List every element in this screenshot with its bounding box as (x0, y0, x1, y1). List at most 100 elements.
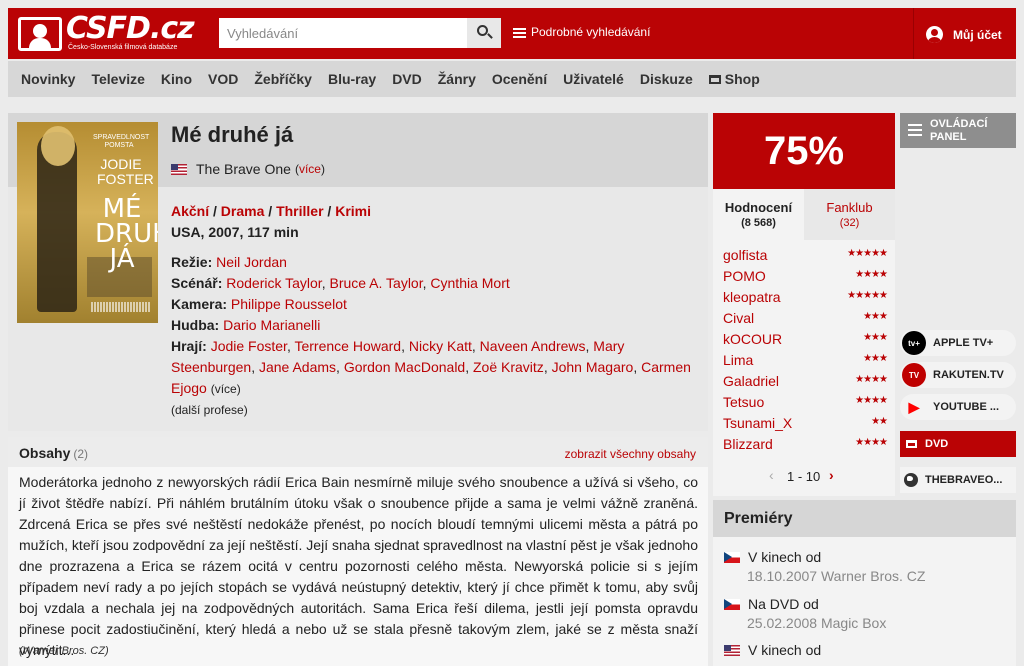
star-rating: ★★★★★ (847, 290, 888, 301)
writer-link[interactable]: Cynthia Mort (430, 275, 509, 291)
star-rating: ★★★★★ (847, 248, 888, 259)
menu-lines-icon (908, 124, 922, 136)
nav-item-vod[interactable]: VOD (208, 71, 238, 87)
star-rating: ★★★ (863, 353, 888, 364)
pager-next-icon[interactable]: › (829, 467, 834, 483)
plot-count: (2) (73, 447, 89, 461)
original-title: The Brave One (196, 161, 291, 177)
list-item: Cival ★★★ (723, 307, 888, 328)
camera-link[interactable]: Philippe Rousselot (231, 296, 347, 312)
list-item: POMO ★★★★ (723, 265, 888, 286)
genre-link[interactable]: Drama (221, 203, 265, 219)
user-link[interactable]: Lima (723, 352, 753, 368)
user-link[interactable]: Cival (723, 310, 754, 326)
vod-youtube-button[interactable]: ▶ YOUTUBE ... (900, 394, 1016, 420)
composer-link[interactable]: Dario Marianelli (223, 317, 320, 333)
us-flag-icon (171, 163, 187, 175)
user-link[interactable]: Tetsuo (723, 394, 764, 410)
star-rating: ★★★★ (855, 269, 888, 280)
ratings-pager: ‹ 1 - 10 › (713, 458, 895, 496)
tab-ratings[interactable]: Hodnocení (8 568) (713, 189, 804, 240)
search-box (219, 18, 501, 48)
plot-source: (Warner Bros. CZ) (19, 645, 109, 657)
sliders-icon (513, 27, 526, 38)
dvd-shop-button[interactable]: DVD (900, 431, 1016, 457)
actor-link[interactable]: Naveen Andrews (480, 338, 586, 354)
nav-item-bluray[interactable]: Blu-ray (328, 71, 376, 87)
cart-icon (906, 440, 917, 448)
vod-apple-tv-button[interactable]: tv+ APPLE TV+ (900, 330, 1016, 356)
rakuten-tv-icon: TV (902, 363, 926, 387)
actor-link[interactable]: Terrence Howard (294, 338, 401, 354)
list-item: Galadriel ★★★★ (723, 370, 888, 391)
actor-link[interactable]: Nicky Katt (409, 338, 472, 354)
actor-link[interactable]: Jane Adams (259, 359, 336, 375)
original-title-more-link[interactable]: více (299, 162, 321, 176)
nav-item-uzivatele[interactable]: Uživatelé (563, 71, 624, 87)
top-header: CSFD.cz Česko-Slovenská filmová databáze… (8, 8, 1016, 59)
advanced-search-link[interactable]: Podrobné vyhledávání (513, 25, 650, 39)
cast-more-link[interactable]: (více) (211, 382, 241, 396)
cart-icon (708, 75, 721, 84)
user-link[interactable]: Galadriel (723, 373, 779, 389)
nav-item-shop[interactable]: Shop (708, 71, 760, 87)
actor-link[interactable]: John Magaro (552, 359, 634, 375)
main-nav: Novinky Televize Kino VOD Žebříčky Blu-r… (8, 61, 1016, 97)
nav-item-kino[interactable]: Kino (161, 71, 192, 87)
film-poster[interactable]: SPRAVEDLNOST POMSTA JODIE FOSTER MÉ DRUH… (17, 122, 158, 323)
nav-item-oceneni[interactable]: Ocenění (492, 71, 547, 87)
user-link[interactable]: kleopatra (723, 289, 781, 305)
genre-link[interactable]: Krimi (335, 203, 371, 219)
nav-item-televize[interactable]: Televize (91, 71, 144, 87)
more-professions-link[interactable]: (další profese) (171, 400, 701, 421)
search-input[interactable] (219, 18, 467, 48)
us-flag-icon (724, 644, 740, 656)
actor-link[interactable]: Gordon MacDonald (344, 359, 465, 375)
pager-range: 1 - 10 (787, 469, 821, 484)
tab-fanclub[interactable]: Fanklub (32) (804, 189, 895, 240)
user-link[interactable]: Tsunami_X (723, 415, 792, 431)
nav-item-zanry[interactable]: Žánry (438, 71, 476, 87)
website-link[interactable]: THEBRAVEO... (900, 467, 1016, 493)
user-link[interactable]: kOCOUR (723, 331, 782, 347)
cz-flag-icon (724, 551, 740, 563)
poster-title: MÉ DRUHÉ JÁ (95, 194, 158, 274)
premieres-panel: Premiéry V kinech od 18.10.2007 Warner B… (713, 500, 1016, 666)
star-rating: ★★★★ (855, 437, 888, 448)
list-item: V kinech od (724, 642, 1014, 658)
nav-item-diskuze[interactable]: Diskuze (640, 71, 693, 87)
star-rating: ★★★ (863, 311, 888, 322)
list-item: Blizzard ★★★★ (723, 433, 888, 454)
show-all-plots-link[interactable]: zobrazit všechny obsahy (565, 447, 696, 461)
list-item: Tsunami_X ★★ (723, 412, 888, 433)
genre-link[interactable]: Thriller (276, 203, 323, 219)
origin-info: USA, 2007, 117 min (171, 224, 299, 240)
account-menu[interactable]: Můj účet (926, 26, 1002, 43)
writer-link[interactable]: Bruce A. Taylor (329, 275, 422, 291)
film-info-panel: SPRAVEDLNOST POMSTA JODIE FOSTER MÉ DRUH… (8, 113, 708, 431)
user-link[interactable]: golfista (723, 247, 767, 263)
globe-icon (904, 473, 918, 487)
control-panel-button[interactable]: OVLÁDACÍ PANEL (900, 113, 1016, 148)
nav-item-zebricky[interactable]: Žebříčky (254, 71, 312, 87)
nav-item-dvd[interactable]: DVD (392, 71, 422, 87)
actor-link[interactable]: Zoë Kravitz (473, 359, 544, 375)
cz-flag-icon (724, 598, 740, 610)
director-link[interactable]: Neil Jordan (216, 254, 287, 270)
youtube-icon: ▶ (908, 398, 920, 415)
site-logo[interactable]: CSFD.cz Česko-Slovenská filmová databáze (18, 11, 195, 55)
actor-link[interactable]: Jodie Foster (211, 338, 287, 354)
logo-icon (18, 17, 62, 51)
genre-link[interactable]: Akční (171, 203, 209, 219)
vod-rakuten-button[interactable]: TV RAKUTEN.TV (900, 362, 1016, 388)
nav-item-novinky[interactable]: Novinky (21, 71, 75, 87)
pager-prev-icon[interactable]: ‹ (769, 467, 774, 483)
writer-link[interactable]: Roderick Taylor (226, 275, 321, 291)
plot-title: Obsahy (19, 445, 71, 461)
user-link[interactable]: Blizzard (723, 436, 773, 452)
search-button[interactable] (467, 18, 501, 48)
user-link[interactable]: POMO (723, 268, 766, 284)
list-item: Lima ★★★ (723, 349, 888, 370)
logo-text: CSFD.cz (66, 11, 195, 46)
plot-text: Moderátorka jednoho z newyorských rádií … (19, 474, 698, 658)
